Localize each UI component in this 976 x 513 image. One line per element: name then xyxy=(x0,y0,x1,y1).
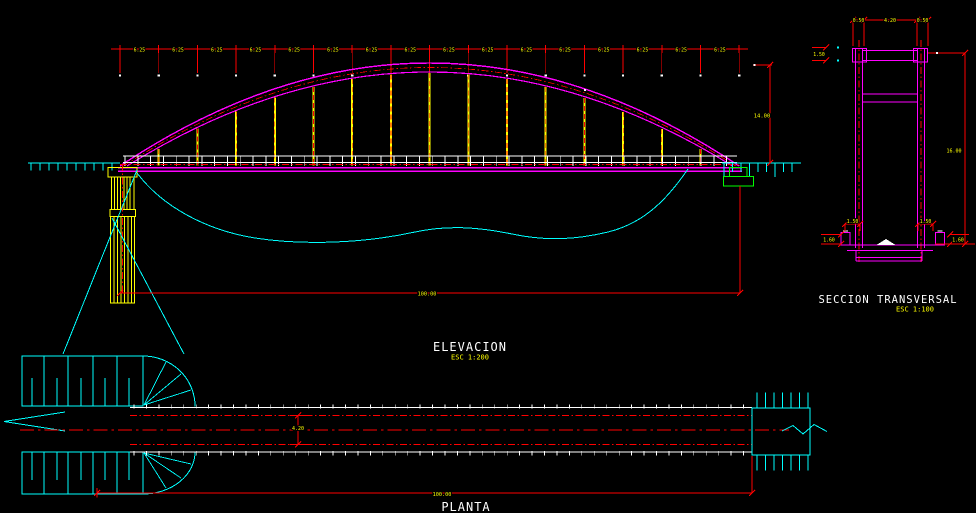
node-marker xyxy=(196,74,199,77)
elevation-height-dimension: 14.00 xyxy=(754,114,771,120)
panel-dimension-label: 6.25 xyxy=(559,48,571,54)
section-dim-top-center: 4.20 xyxy=(884,18,896,24)
node-marker xyxy=(157,74,160,77)
wing-fan-ray xyxy=(143,452,167,489)
section-annotations: 0.50 4.20 0.50 1.50 16.00 1.50 1.50 1.60… xyxy=(812,17,965,314)
wing-wall-top xyxy=(21,355,144,407)
panel-dimension-label: 6.25 xyxy=(675,48,687,54)
section-dim-walk-right: 1.50 xyxy=(920,219,932,225)
node-marker xyxy=(118,74,122,77)
node-marker xyxy=(273,74,276,77)
section-dim-edge-left: 1.60 xyxy=(823,238,835,244)
elevation-annotations: 100.00 14.00 ELEVACION ESC 1:200 xyxy=(417,113,772,362)
panel-dimension-label: 6.25 xyxy=(366,48,378,54)
node-marker xyxy=(505,74,509,77)
section-dim-edge-right: 1.60 xyxy=(952,238,964,244)
panel-dimension-label: 6.25 xyxy=(134,48,146,54)
panel-dimension-label: 6.25 xyxy=(211,48,223,54)
riverbed-line xyxy=(136,168,689,243)
panel-dimension-label: 6.25 xyxy=(443,48,455,54)
panel-dimension-label: 6.25 xyxy=(714,48,726,54)
section-scale-label: ESC 1:100 xyxy=(896,306,934,314)
plan-annotations: 4.20 100.00 PLANTA xyxy=(291,425,490,513)
section-dim-top-right: 0.50 xyxy=(917,18,929,24)
elevation-title: ELEVACION xyxy=(433,340,507,354)
node-marker xyxy=(836,59,840,62)
node-marker xyxy=(935,51,939,55)
node-marker xyxy=(738,74,741,77)
node-marker xyxy=(351,74,354,77)
panel-dimension-label: 6.25 xyxy=(598,48,610,54)
node-marker xyxy=(753,63,756,67)
wing-fan-ray xyxy=(143,373,182,406)
projection-line xyxy=(62,169,138,355)
camber-symbol xyxy=(876,239,896,245)
panel-dimension-label: 6.25 xyxy=(172,48,184,54)
panel-dimension-label: 6.25 xyxy=(288,48,300,54)
node-marker xyxy=(544,74,547,77)
section-dim-walk-left: 1.50 xyxy=(847,219,859,225)
node-marker xyxy=(583,74,586,77)
section-title: SECCION TRANSVERSAL xyxy=(818,294,957,306)
wing-fan-ray xyxy=(143,389,192,406)
cad-canvas: 6.25 6.25 6.25 6.25 6.25 6.25 6.25 6.25 6.25 6.25… xyxy=(0,0,976,513)
sidewalk-block xyxy=(935,232,945,246)
node-marker xyxy=(660,74,663,77)
panel-dimension-label: 6.25 xyxy=(250,48,262,54)
elevation-scale-label: ESC 1:200 xyxy=(451,354,489,362)
section-view xyxy=(812,16,975,262)
panel-dimension-label: 6.25 xyxy=(327,48,339,54)
bridge-drawing: 6.25 6.25 6.25 6.25 6.25 6.25 6.25 6.25 6.25 6.25… xyxy=(3,16,975,513)
abutment-footing-lower xyxy=(722,175,755,187)
elevation-span-dimension: 100.00 xyxy=(418,292,437,298)
section-dim-top-left: 0.50 xyxy=(853,18,865,24)
plan-view xyxy=(3,355,828,498)
panel-dimension-label: 6.25 xyxy=(521,48,533,54)
wing-fan-ray xyxy=(143,361,167,406)
node-marker xyxy=(836,46,840,49)
node-marker xyxy=(583,88,587,92)
node-marker xyxy=(235,74,238,77)
wing-fan-arc xyxy=(142,451,196,495)
node-marker xyxy=(312,74,315,77)
break-line xyxy=(3,411,66,422)
section-dim-chord: 1.50 xyxy=(813,52,825,58)
elevation-view: 6.25 6.25 6.25 6.25 6.25 6.25 6.25 6.25 6.25 6.25… xyxy=(28,45,801,355)
node-marker xyxy=(699,74,702,77)
plan-span-dimension: 100.00 xyxy=(433,492,452,498)
node-marker xyxy=(622,74,625,77)
plan-width-dimension: 4.20 xyxy=(292,426,304,432)
plan-title: PLANTA xyxy=(441,500,490,513)
panel-dimension-label: 6.25 xyxy=(637,48,649,54)
wing-wall-bottom xyxy=(21,451,144,495)
road-break-zigzag xyxy=(781,423,828,435)
panel-dimension-label: 6.25 xyxy=(482,48,494,54)
right-abutment-plan xyxy=(751,407,811,456)
section-dim-height: 16.00 xyxy=(946,149,961,155)
panel-dimension-label: 6.25 xyxy=(404,48,416,54)
wing-fan-ray xyxy=(143,452,182,479)
